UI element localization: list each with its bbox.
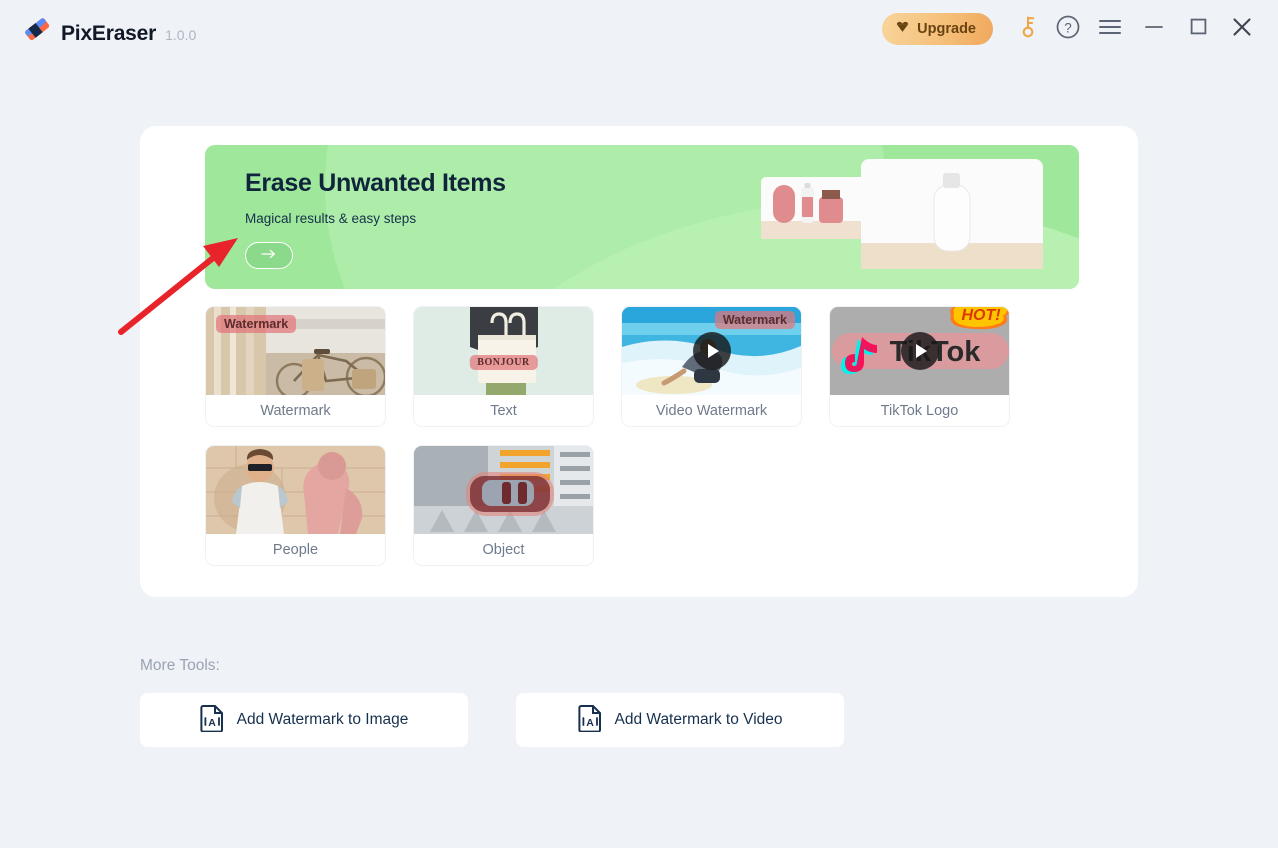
watermark-overlay-text: Watermark bbox=[216, 315, 297, 333]
app-version: 1.0.0 bbox=[165, 27, 197, 43]
key-button[interactable] bbox=[1008, 9, 1048, 49]
text-overlay-text: BONJOUR bbox=[469, 355, 538, 370]
add-watermark-to-image-button[interactable]: A Add Watermark to Image bbox=[139, 692, 469, 748]
before-preview-thumbnail bbox=[761, 177, 869, 239]
help-circle-icon: ? bbox=[1055, 14, 1081, 45]
hot-badge-label: HOT! bbox=[961, 307, 1001, 324]
hero-content: Erase Unwanted Items Magical results & e… bbox=[245, 169, 506, 269]
title-bar: PixEraser 1.0.0 Upgrade ? bbox=[0, 0, 1278, 58]
tool-card-label: TikTok Logo bbox=[880, 402, 959, 419]
eraser-logo-icon bbox=[22, 14, 52, 44]
more-tools-row: A Add Watermark to Image A Add Watermark… bbox=[139, 692, 845, 748]
help-button[interactable]: ? bbox=[1048, 9, 1088, 49]
tote-bag-photo: BONJOUR bbox=[414, 307, 593, 395]
bicycle-photo: Watermark bbox=[206, 307, 385, 395]
aerial-car-photo bbox=[414, 446, 593, 534]
tool-card-label: Object bbox=[482, 541, 525, 558]
svg-text:A: A bbox=[586, 717, 594, 729]
tool-card-tiktok-logo[interactable]: HOT! TikTok TikTok Logo bbox=[829, 306, 1010, 427]
tool-card-watermark[interactable]: Watermark Watermark bbox=[205, 306, 386, 427]
minimize-button[interactable] bbox=[1132, 9, 1176, 49]
tool-card-video-watermark[interactable]: Watermark Video Watermark bbox=[621, 306, 802, 427]
main-panel: Erase Unwanted Items Magical results & e… bbox=[140, 126, 1138, 597]
more-tools-label: Add Watermark to Image bbox=[236, 711, 409, 728]
surfer-photo: Watermark bbox=[622, 307, 801, 395]
play-icon bbox=[915, 344, 927, 358]
play-icon bbox=[707, 344, 719, 358]
hero-subtitle: Magical results & easy steps bbox=[245, 211, 417, 226]
tool-card-people[interactable]: People bbox=[205, 445, 386, 566]
tool-card-object[interactable]: Object bbox=[413, 445, 594, 566]
hamburger-menu-icon bbox=[1098, 18, 1122, 41]
key-icon bbox=[1017, 15, 1039, 44]
tool-card-label: Watermark bbox=[260, 402, 331, 419]
more-tools-heading: More Tools: bbox=[140, 657, 220, 674]
hero-title: Erase Unwanted Items bbox=[245, 169, 506, 197]
hot-badge-icon: HOT! bbox=[945, 307, 1009, 333]
tool-card-grid: Watermark Watermark BONJOUR Text Waterma… bbox=[205, 306, 1075, 584]
close-icon bbox=[1231, 16, 1253, 43]
svg-text:?: ? bbox=[1064, 20, 1072, 35]
tool-card-label: People bbox=[272, 541, 319, 558]
more-tools-label: Add Watermark to Video bbox=[614, 711, 783, 728]
hero-start-button[interactable] bbox=[245, 242, 293, 269]
man-sunglasses-photo bbox=[206, 446, 385, 534]
diamond-gem-icon bbox=[895, 20, 910, 39]
tool-card-label: Video Watermark bbox=[655, 402, 768, 419]
add-watermark-to-video-button[interactable]: A Add Watermark to Video bbox=[515, 692, 845, 748]
play-button[interactable] bbox=[692, 332, 731, 370]
document-text-icon: A bbox=[577, 704, 603, 737]
after-preview-thumbnail bbox=[861, 159, 1043, 269]
arrow-right-icon bbox=[259, 247, 279, 265]
hero-artwork bbox=[761, 159, 1061, 277]
play-button[interactable] bbox=[900, 332, 939, 370]
maximize-icon bbox=[1189, 17, 1208, 41]
hero-banner[interactable]: Erase Unwanted Items Magical results & e… bbox=[205, 145, 1079, 289]
app-brand: PixEraser 1.0.0 bbox=[22, 14, 196, 44]
tool-card-text[interactable]: BONJOUR Text bbox=[413, 306, 594, 427]
document-text-icon: A bbox=[200, 704, 225, 737]
watermark-overlay-text: Watermark bbox=[714, 311, 795, 329]
upgrade-button[interactable]: Upgrade bbox=[882, 13, 993, 45]
close-button[interactable] bbox=[1220, 9, 1264, 49]
tool-card-label: Text bbox=[490, 402, 517, 419]
minimize-icon bbox=[1144, 18, 1164, 41]
app-title: PixEraser bbox=[61, 22, 157, 45]
svg-text:A: A bbox=[208, 717, 216, 729]
menu-button[interactable] bbox=[1088, 9, 1132, 49]
maximize-button[interactable] bbox=[1176, 9, 1220, 49]
window-controls: Upgrade ? bbox=[882, 9, 1278, 49]
upgrade-label: Upgrade bbox=[917, 21, 976, 37]
